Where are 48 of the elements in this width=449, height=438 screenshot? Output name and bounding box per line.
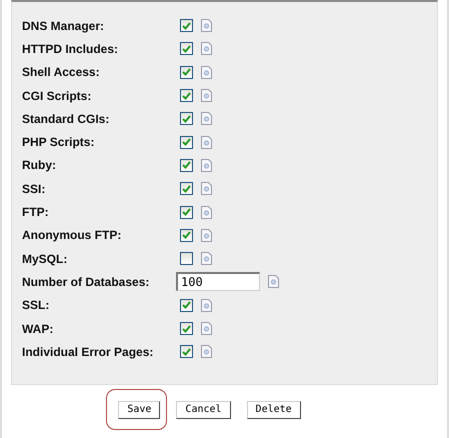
checkbox[interactable] [180, 89, 193, 102]
setting-label: Anonymous FTP: [22, 228, 122, 242]
setting-label: Individual Error Pages: [22, 344, 154, 359]
setting-label: MySQL: [22, 252, 68, 266]
checkbox[interactable] [180, 136, 193, 149]
checkbox[interactable] [180, 19, 193, 32]
info-icon[interactable] [201, 66, 212, 79]
checkbox[interactable] [180, 206, 193, 219]
checkbox[interactable] [180, 66, 193, 79]
info-icon[interactable] [268, 275, 279, 288]
info-icon[interactable] [201, 252, 212, 266]
checkbox[interactable] [180, 182, 193, 196]
info-icon[interactable] [201, 89, 212, 102]
setting-label: Ruby: [22, 158, 57, 172]
setting-label: DNS Manager: [22, 18, 106, 33]
info-icon[interactable] [201, 298, 212, 312]
info-icon[interactable] [201, 206, 212, 219]
setting-label: FTP: [22, 205, 50, 220]
info-icon[interactable] [201, 136, 212, 149]
form-button[interactable]: Delete [246, 400, 301, 418]
info-icon[interactable] [201, 42, 212, 56]
info-icon[interactable] [201, 228, 212, 242]
form-button[interactable]: Save [118, 400, 160, 418]
setting-label: HTTPD Includes: [22, 42, 120, 56]
info-icon[interactable] [201, 158, 212, 172]
number-field[interactable]: 100 [176, 272, 260, 292]
checkbox[interactable] [180, 322, 193, 335]
checkbox[interactable] [180, 158, 193, 172]
checkbox[interactable] [180, 252, 193, 266]
setting-label: SSL: [22, 298, 50, 312]
setting-label: CGI Scripts: [22, 88, 92, 103]
checkbox[interactable] [180, 228, 193, 242]
setting-label: Number of Databases: [22, 274, 150, 289]
info-icon[interactable] [201, 112, 212, 126]
checkbox[interactable] [180, 112, 193, 126]
info-icon[interactable] [201, 182, 212, 196]
checkbox[interactable] [180, 42, 193, 56]
form-button[interactable]: Cancel [176, 400, 231, 418]
setting-label: Shell Access: [22, 65, 101, 80]
setting-label: Standard CGIs: [22, 112, 110, 126]
info-icon[interactable] [201, 322, 212, 335]
checkbox[interactable] [180, 345, 193, 358]
checkbox[interactable] [180, 298, 193, 312]
info-icon[interactable] [201, 19, 212, 32]
setting-label: WAP: [22, 322, 54, 336]
setting-label: SSI: [22, 182, 46, 196]
info-icon[interactable] [201, 345, 212, 358]
setting-label: PHP Scripts: [22, 135, 96, 150]
